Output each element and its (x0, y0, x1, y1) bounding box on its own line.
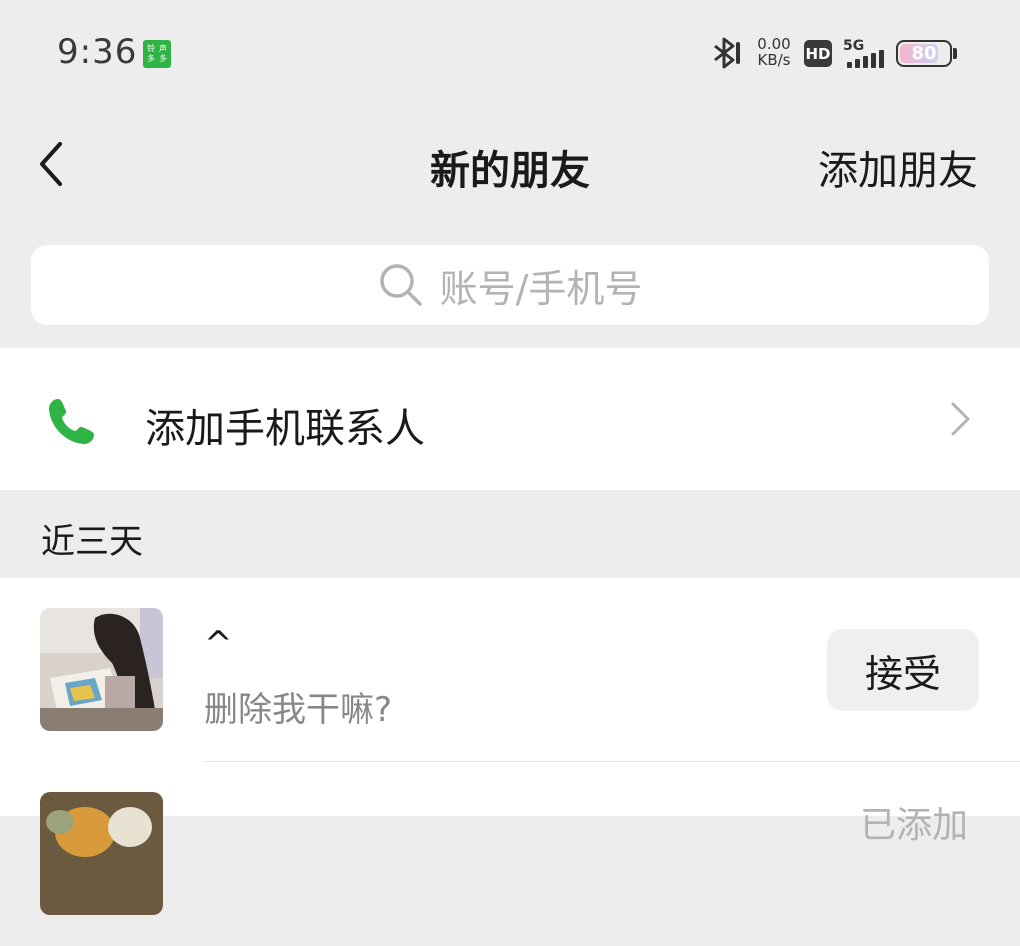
network-type: 5G (843, 38, 865, 54)
battery-icon: 80 (896, 40, 952, 67)
add-phone-contacts-label: 添加手机联系人 (145, 406, 425, 452)
app-badge-char: 铃 (147, 44, 155, 53)
friend-name: ^ (204, 624, 233, 664)
cellular-signal-icon: 5G (843, 38, 887, 70)
section-title: 近三天 (41, 522, 143, 562)
friend-request-message: 删除我干嘛? (204, 690, 393, 730)
app-badge-char: 多 (159, 54, 167, 63)
add-friend-button[interactable]: 添加朋友 (818, 138, 978, 196)
network-speed-value: 0.00 (757, 35, 791, 53)
accept-button[interactable]: 接受 (827, 629, 979, 711)
app-notification-icon: 铃 声 多 多 (143, 40, 171, 68)
avatar[interactable] (40, 792, 163, 915)
search-placeholder: 账号/手机号 (439, 266, 643, 311)
network-speed-unit: KB/s (757, 51, 791, 69)
chevron-right-icon (951, 402, 970, 436)
added-status-label: 已添加 (859, 805, 968, 846)
bluetooth-icon (714, 37, 740, 69)
friend-request-row[interactable]: ^ 删除我干嘛? 接受 (0, 578, 1020, 762)
avatar[interactable] (40, 608, 163, 731)
app-badge-char: 多 (147, 54, 155, 63)
status-time: 9:36 (57, 32, 138, 72)
network-speed: 0.00 KB/s (752, 36, 796, 68)
app-badge-char: 声 (159, 44, 167, 53)
nav-bar: 新的朋友 添加朋友 (0, 108, 1020, 220)
back-arrow-icon[interactable] (30, 136, 80, 192)
friend-request-list: ^ 删除我干嘛? 接受 已添加 (0, 578, 1020, 915)
search-icon (379, 264, 422, 306)
status-bar: 9:36 铃 声 多 多 0.00 KB/s HD 5G 80 (0, 0, 1020, 108)
battery-percent: 80 (911, 43, 937, 64)
phone-icon (49, 399, 94, 444)
search-input[interactable]: 账号/手机号 (31, 245, 989, 325)
friend-request-row[interactable]: 已添加 (0, 762, 1020, 946)
add-phone-contacts-row[interactable]: 添加手机联系人 (0, 348, 1020, 490)
hd-voice-icon: HD (804, 40, 832, 67)
section-header: 近三天 (0, 490, 1020, 578)
